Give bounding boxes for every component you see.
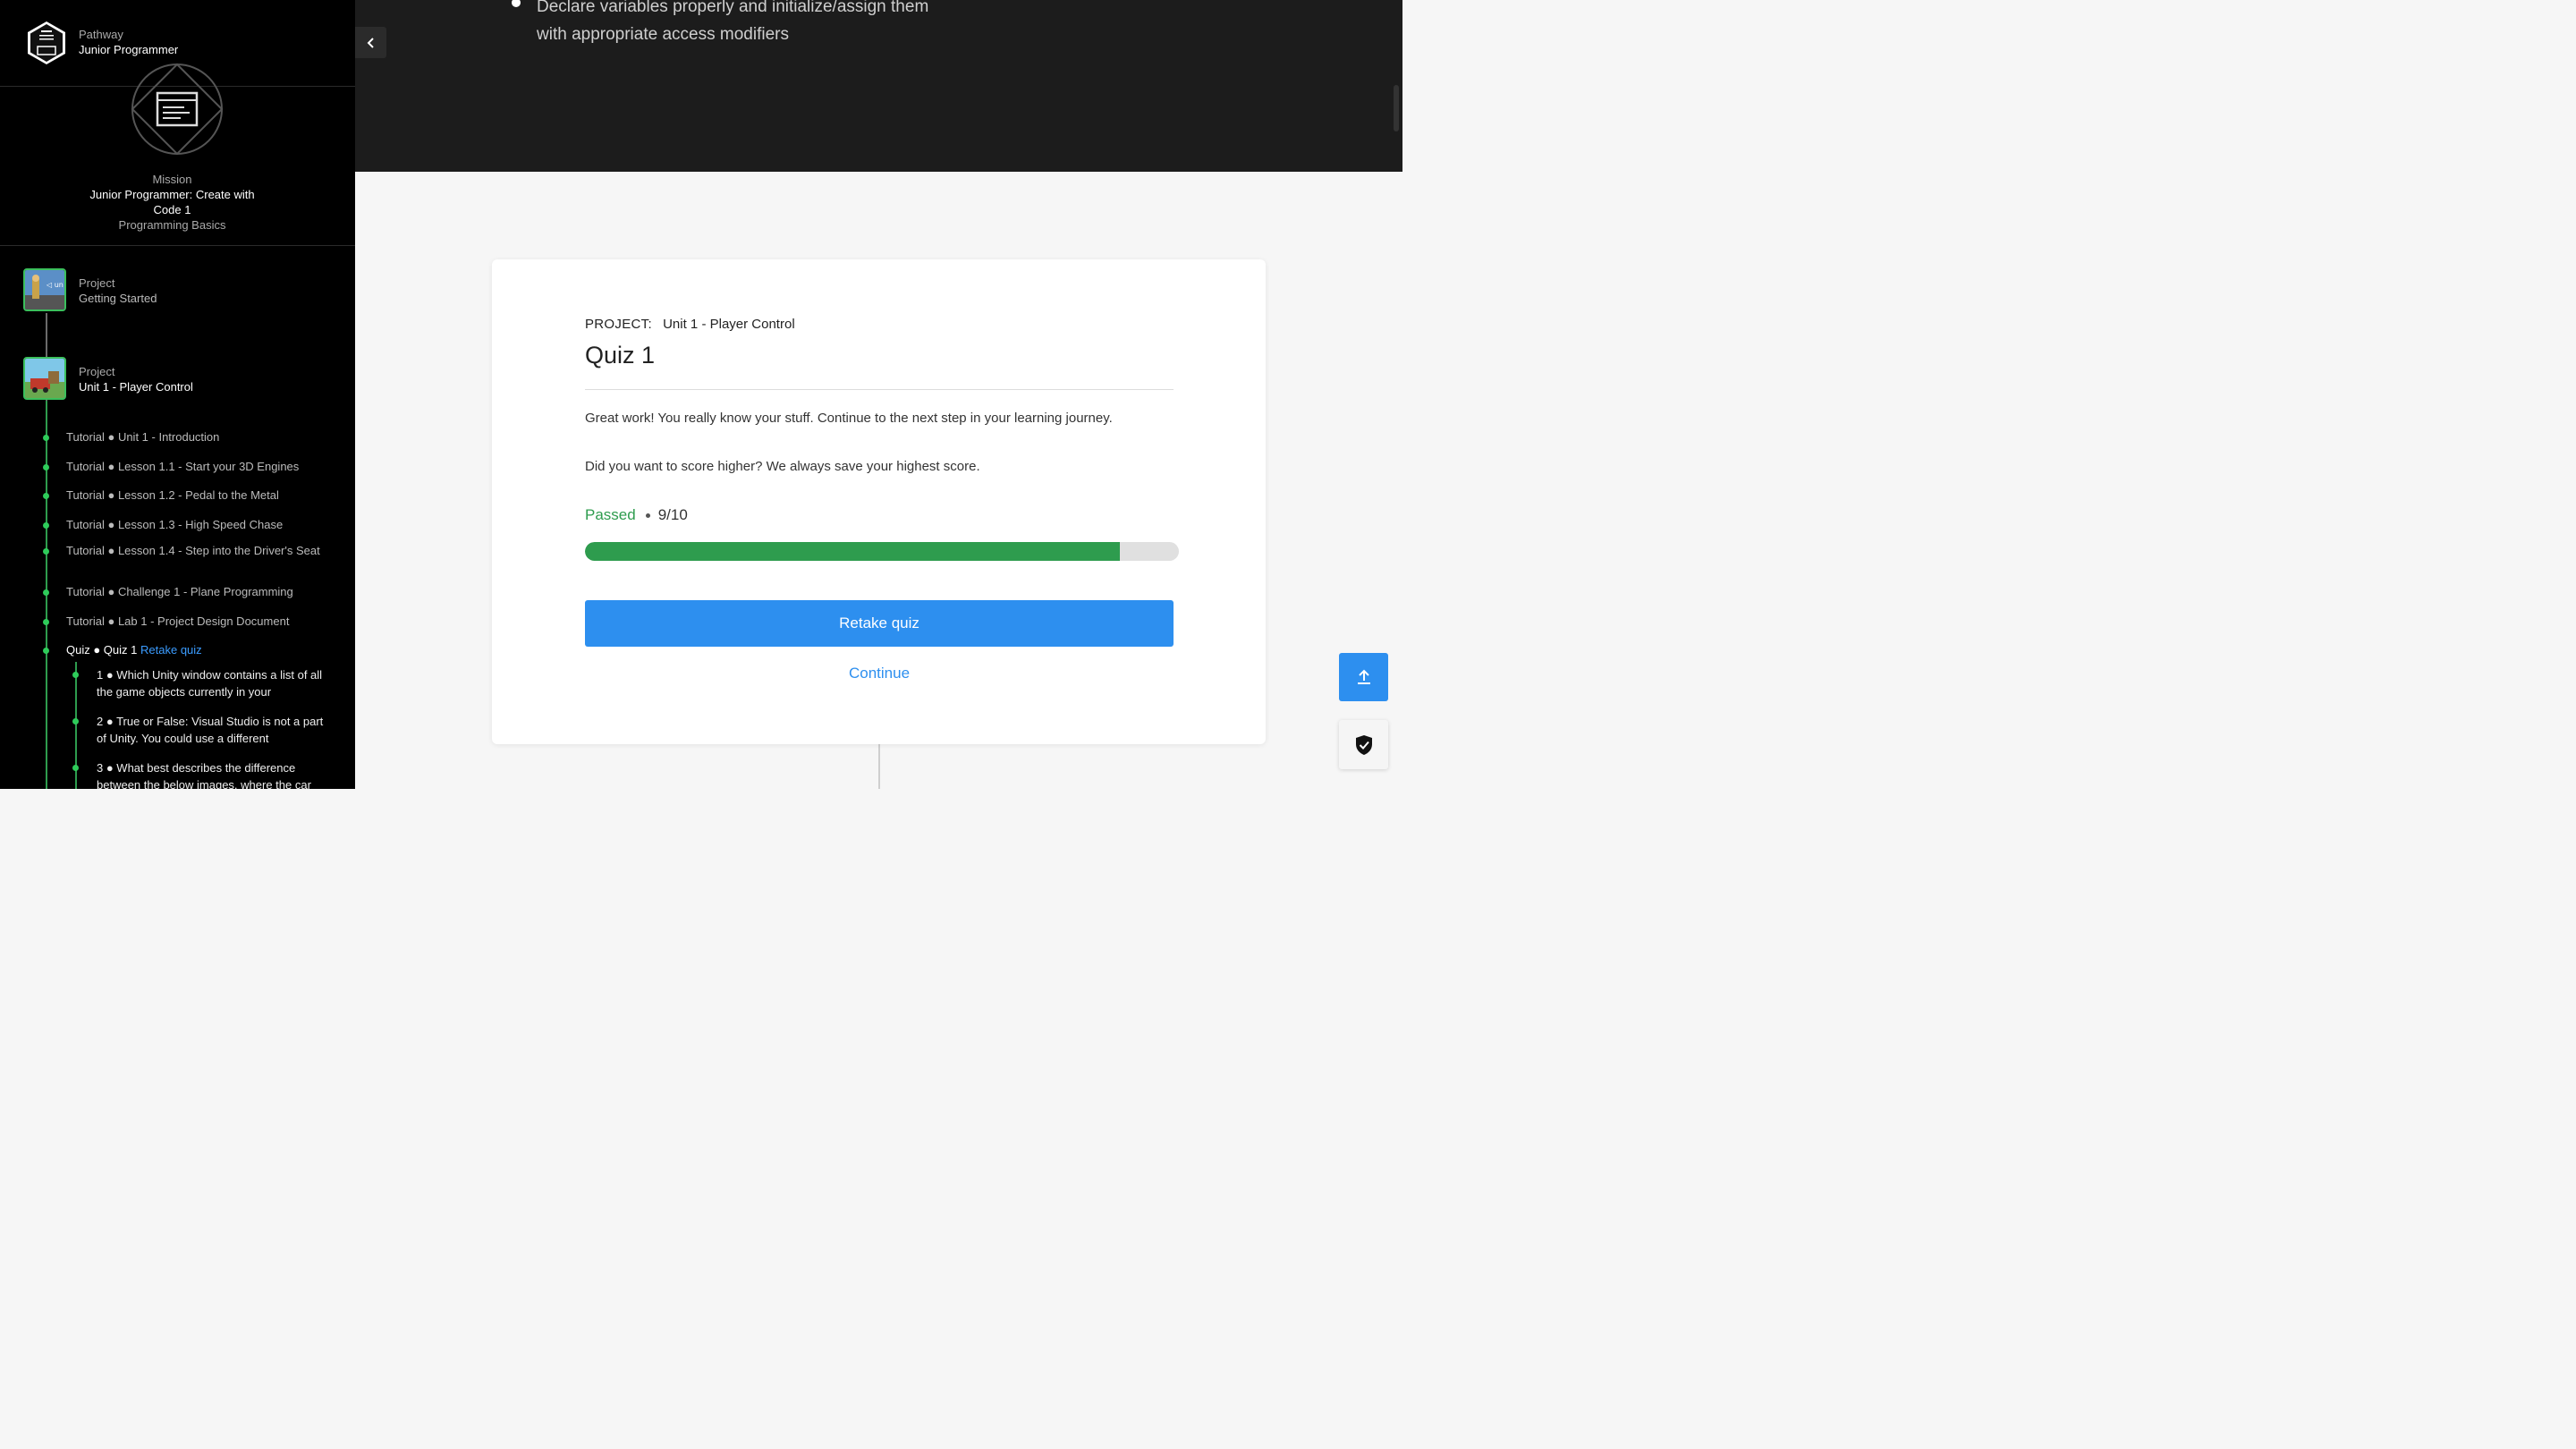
retake-quiz-link[interactable]: Retake quiz: [140, 643, 202, 657]
retake-quiz-button[interactable]: Retake quiz: [585, 600, 1174, 647]
step-lab-1[interactable]: Tutorial ● Lab 1 - Project Design Docume…: [66, 614, 335, 630]
chevron-left-icon: [367, 37, 374, 48]
quiz-score: 9/10: [657, 506, 688, 523]
project-getting-started[interactable]: ◁ un Project Getting Started: [23, 268, 327, 313]
quiz-message-score-info: Did you want to score higher? We always …: [585, 459, 980, 474]
step-dot: [43, 648, 49, 654]
status-passed: Passed: [585, 506, 636, 523]
upload-button[interactable]: [1339, 653, 1388, 701]
continue-button[interactable]: Continue: [585, 665, 1174, 682]
project-unit-1[interactable]: Project Unit 1 - Player Control: [23, 357, 327, 402]
step-dot: [43, 435, 49, 441]
project-label: Project: [79, 276, 115, 290]
mission-name: Junior Programmer: Create with Code 1: [89, 188, 255, 216]
quiz-title: Quiz 1: [585, 342, 656, 369]
step-lesson-1-3[interactable]: Tutorial ● Lesson 1.3 - High Speed Chase: [66, 517, 335, 533]
sidebar: Pathway Junior Programmer Mission Junior…: [0, 0, 355, 789]
question-item-1[interactable]: 1 ● Which Unity window contains a list o…: [97, 666, 334, 700]
quiz-project-line: PROJECT: Unit 1 - Player Control: [585, 317, 795, 332]
quiz-status: Passed 9/10: [585, 506, 688, 524]
content-connector-line: [878, 744, 880, 789]
privacy-button[interactable]: [1339, 720, 1388, 769]
step-lesson-1-2[interactable]: Tutorial ● Lesson 1.2 - Pedal to the Met…: [66, 487, 335, 504]
score-progress-fill: [585, 542, 1120, 561]
collapse-sidebar-button[interactable]: [355, 27, 386, 58]
question-item-3[interactable]: 3 ● What best describes the difference b…: [97, 759, 334, 789]
step-quiz-1[interactable]: Quiz ● Quiz 1 Retake quiz: [66, 642, 335, 658]
quiz-project-label: PROJECT:: [585, 317, 652, 332]
shield-check-icon: [1355, 734, 1372, 755]
pathway-name: Junior Programmer: [79, 43, 179, 56]
question-dot: [72, 718, 79, 724]
objective-text: Declare variables properly and initializ…: [537, 0, 929, 44]
objective-bullet: [512, 0, 521, 7]
project-label: Project: [79, 365, 115, 378]
mission-label: Mission: [152, 173, 192, 186]
score-progress-bar: [585, 542, 1179, 561]
project-thumbnail: ◁ un: [23, 268, 66, 311]
scrollbar-thumb[interactable]: [1394, 85, 1399, 131]
step-unit-1-introduction[interactable]: Tutorial ● Unit 1 - Introduction: [66, 429, 335, 445]
quiz-result-card: PROJECT: Unit 1 - Player Control Quiz 1 …: [492, 259, 1266, 744]
upload-arrow-icon: [1357, 669, 1370, 684]
step-dot: [43, 548, 49, 555]
pathway-label: Pathway: [79, 28, 123, 41]
mission-block[interactable]: Mission Junior Programmer: Create with C…: [0, 63, 355, 246]
project-name: Unit 1 - Player Control: [79, 380, 193, 394]
step-quiz-1-label: Quiz ● Quiz 1: [66, 643, 138, 657]
quiz-message-congrats: Great work! You really know your stuff. …: [585, 411, 1113, 426]
project-name: Getting Started: [79, 292, 157, 305]
step-dot: [43, 522, 49, 529]
question-dot: [72, 672, 79, 678]
objectives-panel: Declare variables properly and initializ…: [355, 0, 1402, 172]
mission-subtitle: Programming Basics: [118, 218, 226, 232]
quiz-project-name: Unit 1 - Player Control: [663, 317, 795, 332]
step-challenge-1[interactable]: Tutorial ● Challenge 1 - Plane Programmi…: [66, 584, 335, 600]
question-item-2[interactable]: 2 ● True or False: Visual Studio is not …: [97, 713, 334, 747]
svg-text:◁ un: ◁ un: [46, 281, 64, 289]
step-lesson-1-1[interactable]: Tutorial ● Lesson 1.1 - Start your 3D En…: [66, 459, 335, 475]
step-dot: [43, 493, 49, 499]
project-thumbnail: [23, 357, 66, 400]
pathway-badge-icon: [28, 21, 65, 64]
step-dot: [43, 464, 49, 470]
mission-document-icon: [131, 63, 224, 156]
question-dot: [72, 765, 79, 771]
status-separator: [645, 513, 650, 519]
divider: [585, 389, 1174, 390]
step-lesson-1-4[interactable]: Tutorial ● Lesson 1.4 - Step into the Dr…: [66, 543, 321, 559]
step-dot: [43, 619, 49, 625]
step-dot: [43, 589, 49, 596]
